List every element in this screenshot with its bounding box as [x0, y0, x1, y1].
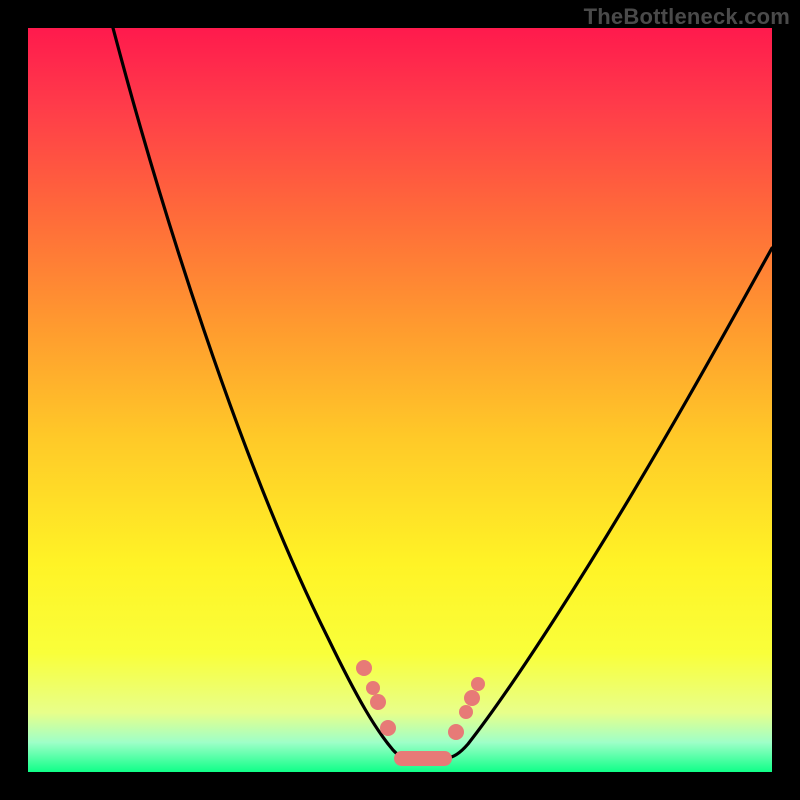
marker-dot — [356, 660, 372, 676]
marker-dot — [464, 690, 480, 706]
marker-dot — [380, 720, 396, 736]
plot-area — [28, 28, 772, 772]
bottleneck-curve — [28, 28, 772, 772]
marker-dot — [370, 694, 386, 710]
marker-dot — [459, 705, 473, 719]
marker-dot — [448, 724, 464, 740]
optimal-range-marker — [394, 751, 452, 766]
watermark-text: TheBottleneck.com — [584, 4, 790, 30]
curve-path — [113, 28, 772, 758]
outer-frame: TheBottleneck.com — [0, 0, 800, 800]
marker-dot — [471, 677, 485, 691]
marker-dot — [366, 681, 380, 695]
